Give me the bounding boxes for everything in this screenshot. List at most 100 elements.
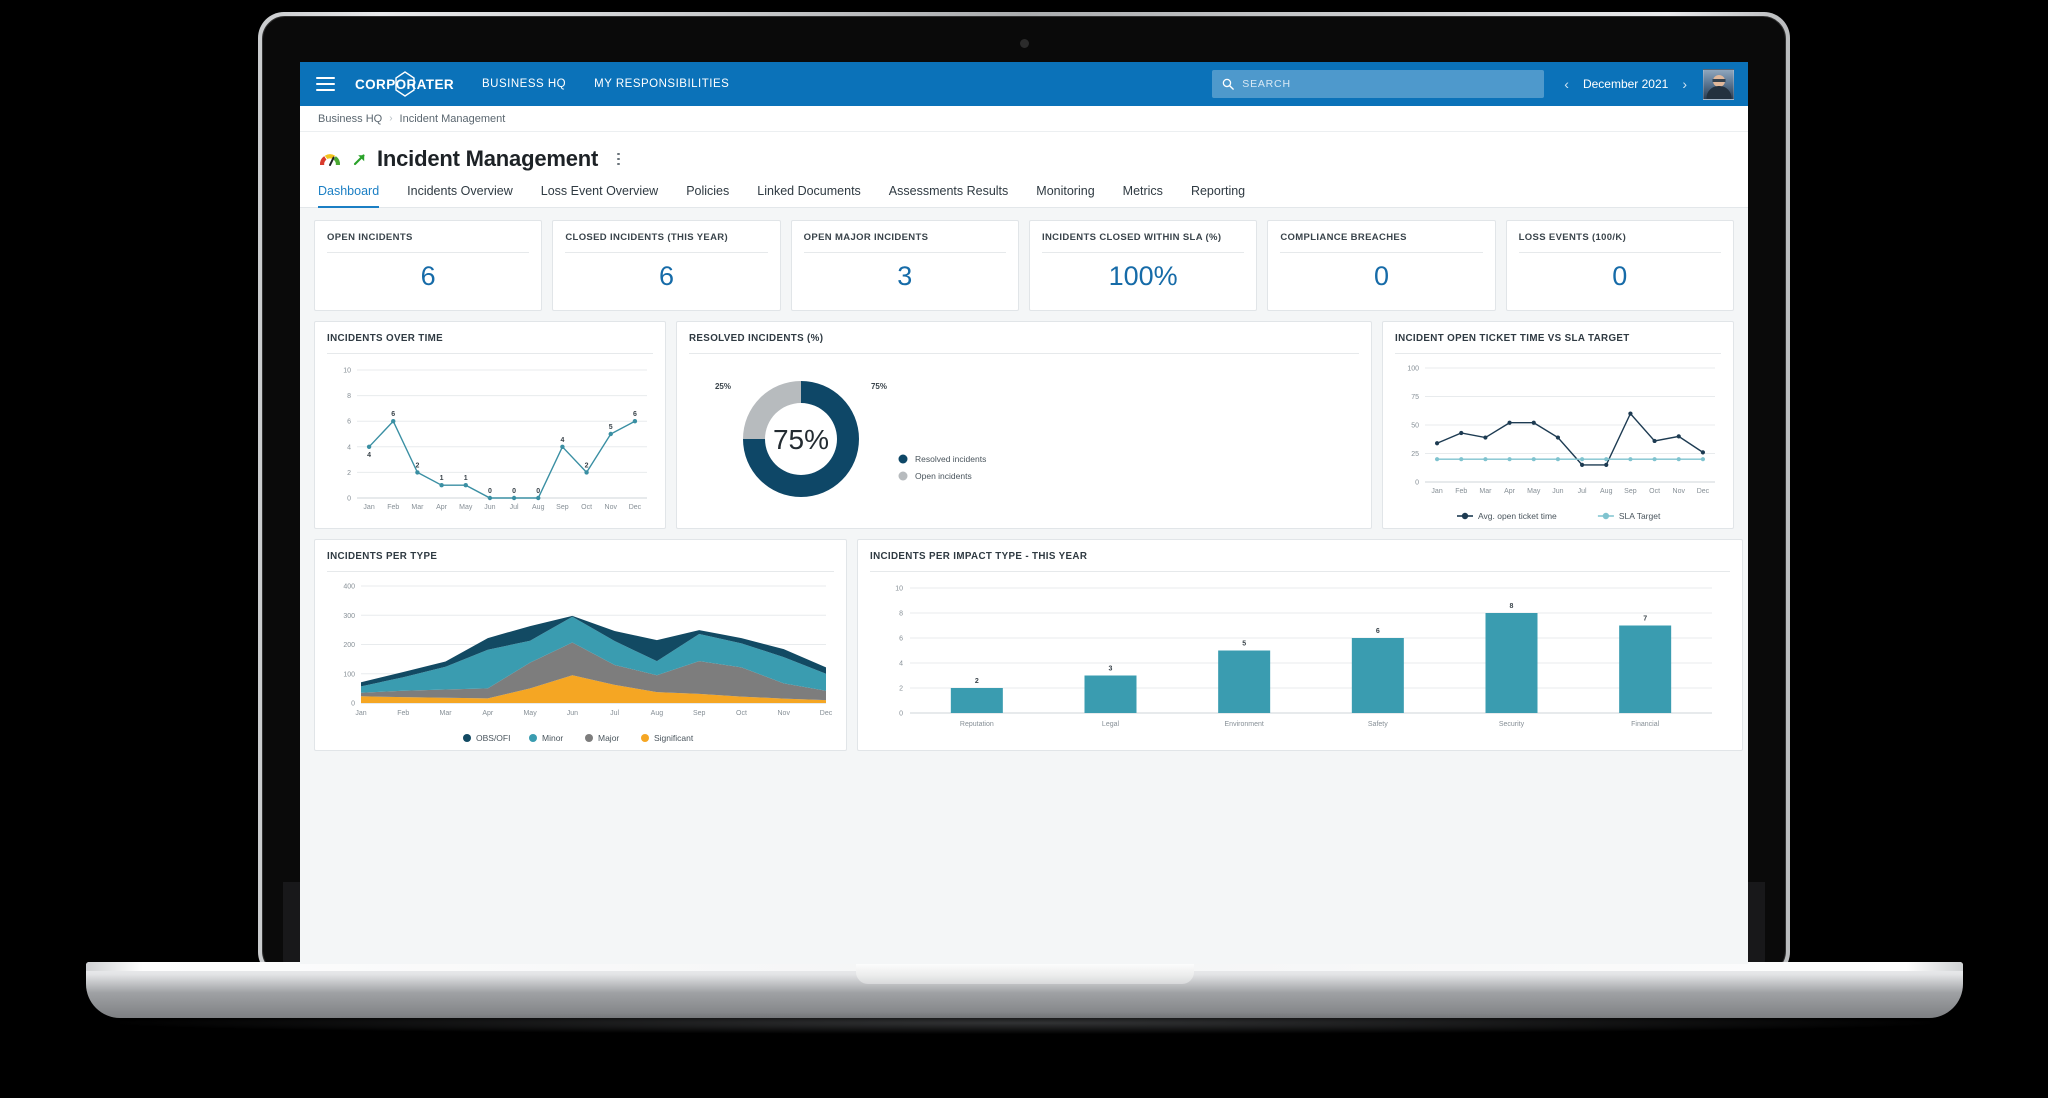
svg-text:Jul: Jul <box>1578 488 1587 495</box>
svg-text:Jul: Jul <box>510 504 519 511</box>
tab-assessments-results[interactable]: Assessments Results <box>889 178 1024 207</box>
avatar-glasses-icon <box>1712 78 1725 82</box>
svg-text:0: 0 <box>512 488 516 495</box>
svg-text:Apr: Apr <box>436 504 448 511</box>
hamburger-menu-icon[interactable] <box>316 77 335 91</box>
svg-text:8: 8 <box>1510 603 1514 610</box>
period-label[interactable]: December 2021 <box>1583 77 1668 91</box>
tab-policies[interactable]: Policies <box>686 178 745 207</box>
resolved-incidents-donut-chart: 75% 75% 25% Resolved incidents Open incident… <box>715 381 986 497</box>
webcam-icon <box>1020 39 1029 48</box>
tab-metrics[interactable]: Metrics <box>1123 178 1179 207</box>
svg-text:25: 25 <box>1411 451 1419 458</box>
tab-dashboard[interactable]: Dashboard <box>318 178 395 208</box>
laptop-trackpad-notch <box>856 962 1194 984</box>
svg-text:Mar: Mar <box>440 710 453 717</box>
svg-text:Jun: Jun <box>567 710 578 717</box>
kpi-value: 3 <box>897 261 913 291</box>
tab-reporting[interactable]: Reporting <box>1191 178 1261 207</box>
svg-text:Sep: Sep <box>693 710 706 717</box>
charts-bottom-row: INCIDENTS PER TYPE 0 100 200 300 400 Jan Feb Ma… <box>314 539 1743 751</box>
incidents-over-time-chart: 0 2 4 6 8 10 4 Jan 6 Feb 2 Mar 1 Apr 1 May 0 Jun 0 Jul 0 Aug 4… <box>343 368 647 511</box>
svg-text:100: 100 <box>343 671 355 678</box>
kpi-row: OPEN INCIDENTS 6 CLOSED INCIDENTS (THIS … <box>314 220 1734 311</box>
kpi-card-loss-events[interactable]: LOSS EVENTS (100/K) 0 <box>1505 220 1734 311</box>
screenshot-stage: CORPORATER BUSINESS HQ MY RESPONSIBILITI… <box>0 0 2048 1098</box>
chart-title: INCIDENTS PER TYPE <box>327 551 438 562</box>
sla-target-chart: 0 25 50 75 100 Jan Feb Mar Apr May Jun Jul Aug Sep Oct… <box>1407 366 1715 521</box>
svg-text:Apr: Apr <box>1504 488 1516 495</box>
kebab-menu-icon[interactable] <box>614 149 623 170</box>
period-prev-button[interactable]: ‹ <box>1564 76 1569 92</box>
svg-text:4: 4 <box>560 437 564 444</box>
kpi-value: 100% <box>1108 261 1178 291</box>
kpi-title: CLOSED INCIDENTS (THIS YEAR) <box>565 232 729 243</box>
svg-text:Oct: Oct <box>581 504 592 511</box>
svg-text:Jun: Jun <box>1552 488 1563 495</box>
avatar[interactable] <box>1703 68 1734 100</box>
app-topbar: CORPORATER BUSINESS HQ MY RESPONSIBILITI… <box>300 62 1748 106</box>
tab-incidents-overview[interactable]: Incidents Overview <box>407 178 529 207</box>
kpi-card-open-incidents[interactable]: OPEN INCIDENTS 6 <box>314 220 543 311</box>
brand-logo[interactable]: CORPORATER <box>355 71 455 97</box>
svg-text:Mar: Mar <box>1479 488 1492 495</box>
kpi-card-closed-incidents[interactable]: CLOSED INCIDENTS (THIS YEAR) 6 <box>552 220 781 311</box>
kpi-card-open-major-incidents[interactable]: OPEN MAJOR INCIDENTS 3 <box>790 220 1019 311</box>
svg-text:75: 75 <box>1411 394 1419 401</box>
brand-name: CORPORATER <box>355 76 455 92</box>
gauge-icon <box>319 154 341 166</box>
period-next-button[interactable]: › <box>1682 76 1687 92</box>
nav-item-my-responsibilities[interactable]: MY RESPONSIBILITIES <box>594 78 729 90</box>
search-icon <box>1222 78 1235 90</box>
chart-title: INCIDENT OPEN TICKET TIME VS SLA TARGET <box>1395 333 1630 344</box>
kpi-card-incidents-closed-within-sla[interactable]: INCIDENTS CLOSED WITHIN SLA (%) 100% <box>1028 220 1258 311</box>
svg-text:Legal: Legal <box>1102 721 1120 728</box>
kpi-value: 6 <box>658 261 674 291</box>
svg-text:Aug: Aug <box>532 504 545 511</box>
svg-text:Jan: Jan <box>1431 488 1442 495</box>
breadcrumb-separator-icon: › <box>389 113 393 124</box>
breadcrumb-item-business-hq[interactable]: Business HQ <box>318 113 382 125</box>
tab-linked-documents[interactable]: Linked Documents <box>757 178 877 207</box>
kpi-title: INCIDENTS CLOSED WITHIN SLA (%) <box>1041 232 1222 243</box>
chart-card-resolved-incidents[interactable]: RESOLVED INCIDENTS (%) 75% 75% 25% Resolved… <box>676 321 1372 529</box>
tab-monitoring[interactable]: Monitoring <box>1036 178 1110 207</box>
search-box[interactable] <box>1212 70 1545 98</box>
svg-text:6: 6 <box>347 419 351 426</box>
chart-card-incidents-over-time[interactable]: INCIDENTS OVER TIME 0 2 4 6 8 10 4 Jan 6 Feb 2 Mar 1… <box>314 321 666 529</box>
chart-title: INCIDENTS PER IMPACT TYPE - THIS YEAR <box>870 551 1088 562</box>
svg-text:Jul: Jul <box>610 710 619 717</box>
svg-text:Security: Security <box>1499 721 1525 728</box>
dashboard-content: OPEN INCIDENTS 6 CLOSED INCIDENTS (THIS … <box>300 208 1748 964</box>
svg-text:Resolved incidents: Resolved incidents <box>915 454 986 464</box>
svg-text:Safety: Safety <box>1368 721 1388 728</box>
svg-text:6: 6 <box>633 411 637 418</box>
svg-text:0: 0 <box>488 488 492 495</box>
divider <box>565 252 768 253</box>
divider <box>327 252 530 253</box>
svg-text:Major: Major <box>598 733 619 743</box>
nav-item-business-hq[interactable]: BUSINESS HQ <box>482 78 566 90</box>
svg-text:6: 6 <box>391 411 395 418</box>
svg-text:4: 4 <box>347 444 351 451</box>
svg-text:Aug: Aug <box>651 710 664 717</box>
svg-text:75%: 75% <box>773 424 829 455</box>
svg-text:2: 2 <box>899 686 903 693</box>
kpi-title: OPEN INCIDENTS <box>327 232 413 243</box>
divider <box>1518 252 1721 253</box>
kpi-card-compliance-breaches[interactable]: COMPLIANCE BREACHES 0 <box>1267 220 1496 311</box>
search-input[interactable] <box>1242 78 1535 90</box>
chart-card-sla-target[interactable]: INCIDENT OPEN TICKET TIME VS SLA TARGET … <box>1382 321 1734 529</box>
svg-text:0: 0 <box>351 701 355 708</box>
svg-text:Jan: Jan <box>355 710 366 717</box>
svg-text:Feb: Feb <box>397 710 409 717</box>
svg-text:OBS/OFI: OBS/OFI <box>476 733 510 743</box>
svg-text:2: 2 <box>415 462 419 469</box>
page-header: Incident Management <box>300 132 1748 178</box>
chart-card-incidents-per-impact[interactable]: INCIDENTS PER IMPACT TYPE - THIS YEAR 0 2… <box>857 539 1743 751</box>
chart-card-incidents-per-type[interactable]: INCIDENTS PER TYPE 0 100 200 300 400 Jan Feb Ma… <box>314 539 847 751</box>
svg-text:Jun: Jun <box>484 504 495 511</box>
svg-text:8: 8 <box>347 393 351 400</box>
period-selector: ‹ December 2021 › <box>1564 76 1687 92</box>
tab-loss-event-overview[interactable]: Loss Event Overview <box>541 178 674 207</box>
